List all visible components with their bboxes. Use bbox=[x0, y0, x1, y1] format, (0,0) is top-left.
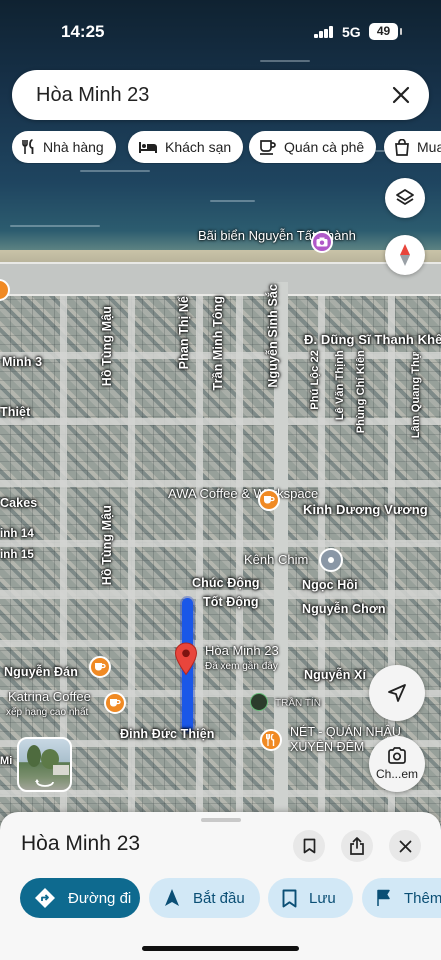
directions-button[interactable]: Đường đi bbox=[20, 878, 140, 918]
more-button[interactable]: Thêm bbox=[362, 878, 441, 918]
layers-icon bbox=[396, 189, 414, 205]
tran-tin-label[interactable]: TRẦN TÍN bbox=[275, 698, 321, 709]
chip-coffee[interactable]: Quán cà phê bbox=[249, 131, 377, 163]
layers-button[interactable] bbox=[385, 178, 425, 218]
directions-label: Đường đi bbox=[68, 889, 132, 907]
compass-icon bbox=[400, 244, 410, 266]
street-label: Nguyễn Đán bbox=[4, 665, 78, 679]
lens-button[interactable]: Ch...em bbox=[369, 736, 425, 792]
navigation-arrow-icon bbox=[388, 684, 406, 702]
chip-hotels[interactable]: Khách sạn bbox=[128, 131, 244, 163]
chip-label: Quán cà phê bbox=[284, 139, 365, 155]
action-buttons: Đường đi Bắt đầu Lưu Thêm bbox=[0, 878, 441, 918]
place-title: Hòa Minh 23 bbox=[21, 832, 141, 855]
street-label: Đ. Dũng Sĩ Thanh Khê bbox=[304, 332, 441, 347]
battery-icon: 49 bbox=[369, 23, 402, 40]
my-location-button[interactable] bbox=[369, 665, 425, 721]
navigation-arrow-icon bbox=[165, 889, 179, 906]
start-label: Bắt đầu bbox=[193, 889, 245, 907]
street-label: Phùng Chí Kiên bbox=[355, 350, 367, 434]
close-icon bbox=[399, 840, 411, 852]
restaurant-poi-icon[interactable] bbox=[260, 729, 282, 751]
place-pin-icon[interactable] bbox=[319, 548, 343, 572]
street-label: Nguyễn Xí bbox=[304, 668, 367, 682]
street-label: Phan Thị Nể bbox=[177, 296, 191, 370]
lens-button-label: Ch...em bbox=[375, 767, 418, 781]
chip-shopping[interactable]: Mua bbox=[384, 131, 441, 163]
awa-coffee-label[interactable]: AWA Coffee & Workspace bbox=[168, 486, 318, 502]
street-label: Chúc Động bbox=[192, 576, 260, 590]
street-label: Kinh Dương Vương bbox=[303, 502, 428, 517]
street-label: Hồ Tùng Mậu bbox=[100, 505, 114, 586]
category-chips: Nhà hàng Khách sạn Quán cà phê Mua bbox=[12, 131, 441, 164]
network-type: 5G bbox=[342, 24, 361, 40]
home-indicator bbox=[142, 946, 299, 951]
more-label: Thêm bbox=[404, 889, 441, 907]
location-pin-icon[interactable] bbox=[174, 642, 198, 676]
close-icon[interactable] bbox=[389, 83, 413, 107]
street-label: Mi bbox=[0, 755, 13, 767]
shopping-bag-icon bbox=[395, 138, 409, 156]
coffee-poi-icon[interactable] bbox=[89, 656, 111, 678]
chip-restaurants[interactable]: Nhà hàng bbox=[12, 131, 116, 163]
katrina-coffee-label[interactable]: Katrina Coffee bbox=[8, 689, 91, 705]
street-label: Minh 3 bbox=[2, 355, 43, 369]
share-button[interactable] bbox=[341, 830, 373, 862]
battery-level: 49 bbox=[376, 24, 391, 38]
search-bar[interactable] bbox=[12, 70, 429, 120]
coffee-poi-icon[interactable] bbox=[258, 489, 280, 511]
chip-label: Mua bbox=[417, 139, 441, 155]
street-label: Cakes bbox=[0, 496, 38, 510]
street-label: Lê Văn Thịnh bbox=[334, 350, 346, 421]
coastal-road bbox=[0, 262, 441, 296]
restaurant-icon bbox=[22, 139, 34, 154]
bookmark-icon bbox=[282, 889, 297, 907]
close-sheet-button[interactable] bbox=[389, 830, 421, 862]
save-label: Lưu bbox=[309, 889, 336, 907]
street-label: Tốt Động bbox=[203, 595, 259, 609]
360-rotate-icon bbox=[35, 779, 54, 787]
compass-button[interactable] bbox=[385, 235, 425, 275]
sheet-drag-handle[interactable] bbox=[201, 818, 241, 822]
camera-icon bbox=[388, 747, 406, 764]
street-label: inh 15 bbox=[0, 549, 34, 561]
street-label: Trần Minh Tông bbox=[211, 296, 225, 391]
hotel-icon bbox=[139, 142, 157, 153]
street-label: Lâm Quang Thự bbox=[410, 352, 422, 439]
chip-label: Khách sạn bbox=[165, 139, 232, 155]
street-label: inh 14 bbox=[0, 528, 34, 540]
camera-poi-icon[interactable] bbox=[311, 231, 333, 253]
start-button[interactable]: Bắt đầu bbox=[149, 878, 260, 918]
street-label: Hồ Tùng Mậu bbox=[100, 306, 114, 387]
tran-tin-poi-icon[interactable] bbox=[250, 693, 268, 711]
street-label: Nguyễn Chơn bbox=[302, 602, 386, 616]
directions-icon bbox=[35, 888, 55, 908]
place-sheet[interactable]: Hòa Minh 23 Đường đi Bắt đầu Lưu Thêm bbox=[0, 812, 441, 960]
coffee-poi-icon[interactable] bbox=[104, 692, 126, 714]
chip-label: Nhà hàng bbox=[43, 139, 104, 155]
status-bar: 14:25 5G 49 bbox=[0, 0, 441, 60]
flag-icon bbox=[377, 889, 390, 906]
share-icon bbox=[350, 837, 364, 855]
save-button[interactable]: Lưu bbox=[268, 878, 353, 918]
street-label: Ngọc Hồi bbox=[302, 578, 358, 592]
katrina-rating-label: xếp hạng cao nhất bbox=[6, 707, 89, 718]
street-label: Đinh Đức Thiện bbox=[120, 727, 215, 741]
coffee-icon bbox=[260, 140, 276, 155]
bookmark-icon bbox=[303, 838, 315, 854]
save-icon-button[interactable] bbox=[293, 830, 325, 862]
street-view-thumbnail[interactable] bbox=[17, 737, 72, 792]
pin-subtitle-label: Đã xem gần đây bbox=[205, 661, 278, 672]
kenh-chim-label[interactable]: Kênh Chim bbox=[244, 552, 308, 568]
pin-title-label[interactable]: Hòa Minh 23 bbox=[205, 643, 279, 659]
search-input[interactable] bbox=[36, 82, 366, 108]
signal-icon bbox=[314, 26, 334, 38]
street-label: Phú Lộc 22 bbox=[309, 350, 321, 410]
street-label: Thiệt bbox=[0, 405, 31, 419]
status-time: 14:25 bbox=[61, 22, 105, 41]
street-label: Nguyễn Sinh Sắc bbox=[266, 284, 280, 388]
